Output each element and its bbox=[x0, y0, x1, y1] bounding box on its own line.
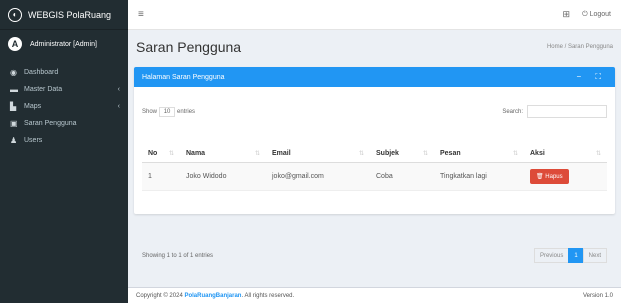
saran-table: No ⇅ Nama ⇅ Email ⇅ Subjek ⇅ Pesan ⇅ Aksi ⇅ 1 … bbox=[142, 145, 607, 191]
footer-link[interactable]: PolaRuangBanjaran bbox=[184, 293, 241, 299]
breadcrumb[interactable]: Home / Saran Pengguna bbox=[547, 44, 613, 50]
folder-icon: ▬ bbox=[10, 85, 18, 94]
table-info: Showing 1 to 1 of 1 entries bbox=[142, 252, 214, 259]
entries-label: entries bbox=[177, 108, 196, 115]
cell-pesan: Tingkatkan lagi bbox=[434, 162, 524, 191]
brand-link[interactable]: ◐ WEBGIS PolaRuang bbox=[0, 0, 128, 30]
sidebar-item-users[interactable]: ♟ Users bbox=[0, 132, 128, 149]
pagination: Previous 1 Next bbox=[533, 248, 607, 263]
search-input[interactable] bbox=[527, 105, 607, 118]
cell-email: joko@gmail.com bbox=[266, 162, 370, 191]
copyright-text: Copyright © 2024 PolaRuangBanjaran. All … bbox=[136, 292, 295, 299]
user-name: Administrator [Admin] bbox=[30, 40, 97, 48]
sidebar-item-saran-pengguna[interactable]: ▣ Saran Pengguna bbox=[0, 115, 128, 132]
saran-card: Halaman Saran Pengguna − ⛶ Show 10 entri… bbox=[134, 67, 615, 263]
col-header-nama[interactable]: Nama ⇅ bbox=[180, 145, 266, 163]
cell-subjek: Coba bbox=[370, 162, 434, 191]
page-footer: Copyright © 2024 PolaRuangBanjaran. All … bbox=[128, 287, 621, 303]
chart-icon: ▙ bbox=[10, 102, 17, 111]
entries-select[interactable]: 10 bbox=[158, 106, 176, 117]
chevron-left-icon: ‹ bbox=[117, 86, 120, 93]
sidebar-item-label: Maps bbox=[24, 103, 42, 110]
sidebar-item-dashboard[interactable]: ◉ Dashboard bbox=[0, 64, 128, 81]
dashboard-icon: ◉ bbox=[10, 68, 17, 77]
comment-icon: ▣ bbox=[10, 119, 18, 128]
col-header-subjek[interactable]: Subjek ⇅ bbox=[370, 145, 434, 163]
content-header: Saran Pengguna Home / Saran Pengguna bbox=[128, 30, 621, 64]
users-icon: ♟ bbox=[10, 136, 18, 145]
table-row: 1 Joko Widodo joko@gmail.com Coba Tingka… bbox=[142, 162, 607, 191]
sidebar-item-label: Master Data bbox=[24, 86, 63, 93]
next-button[interactable]: Next bbox=[582, 248, 607, 263]
table-footer: Showing 1 to 1 of 1 entries Previous 1 N… bbox=[142, 248, 607, 263]
col-header-pesan[interactable]: Pesan ⇅ bbox=[434, 145, 524, 163]
sidebar-item-master-data[interactable]: ▬ Master Data ‹ bbox=[0, 81, 128, 98]
sidebar: ◐ WEBGIS PolaRuang A Administrator [Admi… bbox=[0, 0, 128, 303]
globe-icon: ◐ bbox=[8, 7, 22, 22]
table-controls: Show 10 entries Search: bbox=[142, 105, 607, 118]
card-title: Halaman Saran Pengguna bbox=[142, 73, 225, 81]
card-header: Halaman Saran Pengguna − ⛶ bbox=[134, 67, 615, 87]
prev-button[interactable]: Previous bbox=[533, 248, 570, 263]
col-header-no[interactable]: No ⇅ bbox=[142, 145, 180, 163]
sidebar-item-label: Users bbox=[24, 137, 43, 144]
delete-button[interactable]: 🗑 Hapus bbox=[530, 168, 569, 184]
grid-icon[interactable]: ⊞ bbox=[563, 9, 571, 20]
top-navbar: ≡ ⊞ ⏻ Logout bbox=[128, 0, 621, 30]
user-panel[interactable]: A Administrator [Admin] bbox=[0, 30, 128, 58]
col-header-aksi[interactable]: Aksi ⇅ bbox=[524, 145, 607, 163]
sidebar-nav: ◉ Dashboard ▬ Master Data ‹ ▙ Maps ‹ ▣ S… bbox=[0, 64, 128, 149]
sidebar-item-maps[interactable]: ▙ Maps ‹ bbox=[0, 98, 128, 115]
cell-no: 1 bbox=[142, 162, 180, 191]
hamburger-menu-icon[interactable]: ≡ bbox=[138, 9, 144, 20]
chevron-left-icon: ‹ bbox=[117, 103, 120, 110]
col-header-email[interactable]: Email ⇅ bbox=[266, 145, 370, 163]
page-title: Saran Pengguna bbox=[136, 39, 242, 55]
page-button-1[interactable]: 1 bbox=[568, 248, 584, 263]
brand-title: WEBGIS PolaRuang bbox=[28, 9, 112, 20]
cell-aksi: 🗑 Hapus bbox=[524, 162, 607, 191]
avatar: A bbox=[8, 37, 22, 51]
show-label: Show bbox=[142, 108, 158, 115]
cell-nama: Joko Widodo bbox=[180, 162, 266, 191]
sidebar-item-label: Dashboard bbox=[24, 69, 59, 76]
search-label: Search: bbox=[502, 108, 523, 115]
card-tools-icon[interactable]: − ⛶ bbox=[577, 72, 608, 82]
version-text: Version 1.0 bbox=[582, 292, 613, 299]
logout-button[interactable]: ⏻ Logout bbox=[582, 11, 611, 19]
sidebar-item-label: Saran Pengguna bbox=[24, 120, 77, 127]
